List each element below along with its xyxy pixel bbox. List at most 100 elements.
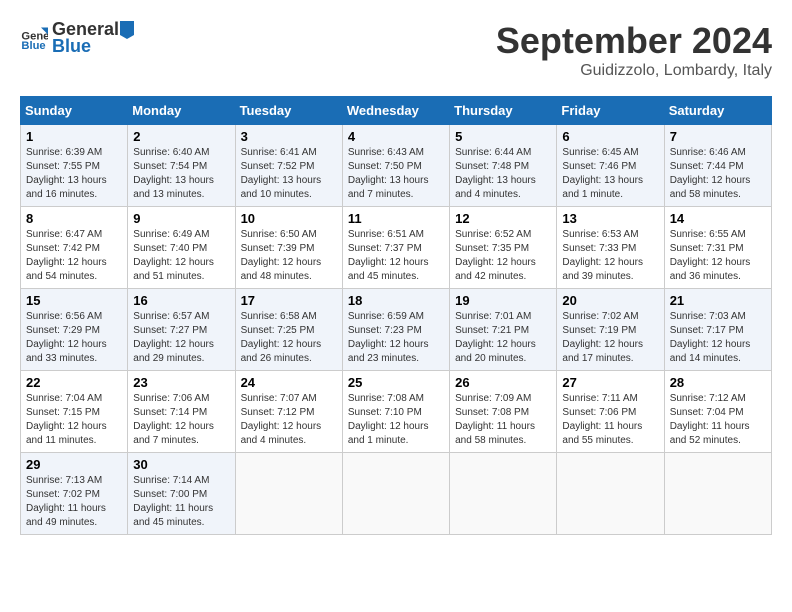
- day-info: Sunrise: 6:50 AM Sunset: 7:39 PM Dayligh…: [241, 228, 337, 284]
- header: General Blue General Blue September 2024…: [20, 20, 772, 80]
- day-info: Sunrise: 7:03 AM Sunset: 7:17 PM Dayligh…: [670, 310, 766, 366]
- calendar-week-row: 1 Sunrise: 6:39 AM Sunset: 7:55 PM Daylig…: [21, 125, 772, 207]
- day-info: Sunrise: 7:02 AM Sunset: 7:19 PM Dayligh…: [562, 310, 658, 366]
- title-area: September 2024 Guidizzolo, Lombardy, Ita…: [496, 20, 772, 80]
- day-number: 19: [455, 293, 551, 308]
- day-info: Sunrise: 6:41 AM Sunset: 7:52 PM Dayligh…: [241, 146, 337, 202]
- day-info: Sunrise: 6:47 AM Sunset: 7:42 PM Dayligh…: [26, 228, 122, 284]
- calendar-empty-cell: [664, 453, 771, 535]
- calendar-day-cell: 7Sunrise: 6:46 AM Sunset: 7:44 PM Daylig…: [664, 125, 771, 207]
- calendar-day-cell: 14 Sunrise: 6:55 AM Sunset: 7:31 PM Dayli…: [664, 207, 771, 289]
- day-info: Sunrise: 6:39 AM Sunset: 7:55 PM Dayligh…: [26, 146, 122, 202]
- month-title: September 2024: [496, 20, 772, 62]
- weekday-header-tuesday: Tuesday: [235, 97, 342, 125]
- calendar-day-cell: 2 Sunrise: 6:40 AM Sunset: 7:54 PM Daylig…: [128, 125, 235, 207]
- day-number: 1: [26, 129, 122, 144]
- day-number: 4: [348, 129, 444, 144]
- day-number: 21: [670, 293, 766, 308]
- day-number: 24: [241, 375, 337, 390]
- day-info: Sunrise: 7:09 AM Sunset: 7:08 PM Dayligh…: [455, 392, 551, 448]
- day-info: Sunrise: 7:12 AM Sunset: 7:04 PM Dayligh…: [670, 392, 766, 448]
- day-number: 13: [562, 211, 658, 226]
- weekday-header-row: SundayMondayTuesdayWednesdayThursdayFrid…: [21, 97, 772, 125]
- day-number: 6: [562, 129, 658, 144]
- calendar-day-cell: 11 Sunrise: 6:51 AM Sunset: 7:37 PM Dayli…: [342, 207, 449, 289]
- day-number: 26: [455, 375, 551, 390]
- calendar-table: SundayMondayTuesdayWednesdayThursdayFrid…: [20, 96, 772, 535]
- calendar-empty-cell: [342, 453, 449, 535]
- day-number: 12: [455, 211, 551, 226]
- calendar-day-cell: 30 Sunrise: 7:14 AM Sunset: 7:00 PM Dayli…: [128, 453, 235, 535]
- day-number: 11: [348, 211, 444, 226]
- day-info: Sunrise: 6:49 AM Sunset: 7:40 PM Dayligh…: [133, 228, 229, 284]
- calendar-day-cell: 5 Sunrise: 6:44 AM Sunset: 7:48 PM Daylig…: [450, 125, 557, 207]
- weekday-header-monday: Monday: [128, 97, 235, 125]
- calendar-day-cell: 24 Sunrise: 7:07 AM Sunset: 7:12 PM Dayli…: [235, 371, 342, 453]
- day-info: Sunrise: 6:43 AM Sunset: 7:50 PM Dayligh…: [348, 146, 444, 202]
- day-info: Sunrise: 6:55 AM Sunset: 7:31 PM Dayligh…: [670, 228, 766, 284]
- calendar-day-cell: 21 Sunrise: 7:03 AM Sunset: 7:17 PM Dayli…: [664, 289, 771, 371]
- day-number: 10: [241, 211, 337, 226]
- day-number: 27: [562, 375, 658, 390]
- calendar-day-cell: 20Sunrise: 7:02 AM Sunset: 7:19 PM Dayli…: [557, 289, 664, 371]
- day-info: Sunrise: 6:57 AM Sunset: 7:27 PM Dayligh…: [133, 310, 229, 366]
- location-title: Guidizzolo, Lombardy, Italy: [496, 62, 772, 80]
- day-info: Sunrise: 7:13 AM Sunset: 7:02 PM Dayligh…: [26, 474, 122, 530]
- weekday-header-saturday: Saturday: [664, 97, 771, 125]
- weekday-header-sunday: Sunday: [21, 97, 128, 125]
- day-number: 23: [133, 375, 229, 390]
- day-number: 9: [133, 211, 229, 226]
- calendar-day-cell: 23 Sunrise: 7:06 AM Sunset: 7:14 PM Dayli…: [128, 371, 235, 453]
- day-number: 30: [133, 457, 229, 472]
- logo: General Blue General Blue: [20, 20, 135, 57]
- logo-icon: General Blue: [20, 24, 48, 52]
- day-info: Sunrise: 7:01 AM Sunset: 7:21 PM Dayligh…: [455, 310, 551, 366]
- weekday-header-thursday: Thursday: [450, 97, 557, 125]
- day-number: 5: [455, 129, 551, 144]
- day-info: Sunrise: 6:40 AM Sunset: 7:54 PM Dayligh…: [133, 146, 229, 202]
- calendar-week-row: 22 Sunrise: 7:04 AM Sunset: 7:15 PM Dayli…: [21, 371, 772, 453]
- calendar-week-row: 8 Sunrise: 6:47 AM Sunset: 7:42 PM Daylig…: [21, 207, 772, 289]
- calendar-empty-cell: [557, 453, 664, 535]
- calendar-day-cell: 19 Sunrise: 7:01 AM Sunset: 7:21 PM Dayli…: [450, 289, 557, 371]
- day-info: Sunrise: 6:53 AM Sunset: 7:33 PM Dayligh…: [562, 228, 658, 284]
- calendar-day-cell: 13 Sunrise: 6:53 AM Sunset: 7:33 PM Dayli…: [557, 207, 664, 289]
- day-info: Sunrise: 6:44 AM Sunset: 7:48 PM Dayligh…: [455, 146, 551, 202]
- day-number: 8: [26, 211, 122, 226]
- day-info: Sunrise: 6:59 AM Sunset: 7:23 PM Dayligh…: [348, 310, 444, 366]
- day-info: Sunrise: 7:14 AM Sunset: 7:00 PM Dayligh…: [133, 474, 229, 530]
- day-info: Sunrise: 7:06 AM Sunset: 7:14 PM Dayligh…: [133, 392, 229, 448]
- calendar-day-cell: 28 Sunrise: 7:12 AM Sunset: 7:04 PM Dayli…: [664, 371, 771, 453]
- day-info: Sunrise: 6:46 AM Sunset: 7:44 PM Dayligh…: [670, 146, 766, 202]
- day-info: Sunrise: 6:51 AM Sunset: 7:37 PM Dayligh…: [348, 228, 444, 284]
- calendar-day-cell: 10 Sunrise: 6:50 AM Sunset: 7:39 PM Dayli…: [235, 207, 342, 289]
- calendar-day-cell: 15 Sunrise: 6:56 AM Sunset: 7:29 PM Dayli…: [21, 289, 128, 371]
- day-info: Sunrise: 6:56 AM Sunset: 7:29 PM Dayligh…: [26, 310, 122, 366]
- calendar-week-row: 29 Sunrise: 7:13 AM Sunset: 7:02 PM Dayli…: [21, 453, 772, 535]
- weekday-header-wednesday: Wednesday: [342, 97, 449, 125]
- day-info: Sunrise: 7:04 AM Sunset: 7:15 PM Dayligh…: [26, 392, 122, 448]
- calendar-day-cell: 25Sunrise: 7:08 AM Sunset: 7:10 PM Dayli…: [342, 371, 449, 453]
- day-number: 15: [26, 293, 122, 308]
- weekday-header-friday: Friday: [557, 97, 664, 125]
- calendar-day-cell: 29 Sunrise: 7:13 AM Sunset: 7:02 PM Dayli…: [21, 453, 128, 535]
- calendar-day-cell: 4 Sunrise: 6:43 AM Sunset: 7:50 PM Daylig…: [342, 125, 449, 207]
- calendar-day-cell: 6Sunrise: 6:45 AM Sunset: 7:46 PM Daylig…: [557, 125, 664, 207]
- day-info: Sunrise: 6:58 AM Sunset: 7:25 PM Dayligh…: [241, 310, 337, 366]
- day-info: Sunrise: 7:08 AM Sunset: 7:10 PM Dayligh…: [348, 392, 444, 448]
- svg-text:Blue: Blue: [21, 41, 45, 53]
- calendar-empty-cell: [235, 453, 342, 535]
- day-number: 17: [241, 293, 337, 308]
- calendar-day-cell: 9 Sunrise: 6:49 AM Sunset: 7:40 PM Daylig…: [128, 207, 235, 289]
- day-info: Sunrise: 7:07 AM Sunset: 7:12 PM Dayligh…: [241, 392, 337, 448]
- calendar-day-cell: 1 Sunrise: 6:39 AM Sunset: 7:55 PM Daylig…: [21, 125, 128, 207]
- calendar-day-cell: 3 Sunrise: 6:41 AM Sunset: 7:52 PM Daylig…: [235, 125, 342, 207]
- calendar-day-cell: 17 Sunrise: 6:58 AM Sunset: 7:25 PM Dayli…: [235, 289, 342, 371]
- day-number: 29: [26, 457, 122, 472]
- calendar-day-cell: 18Sunrise: 6:59 AM Sunset: 7:23 PM Dayli…: [342, 289, 449, 371]
- day-number: 14: [670, 211, 766, 226]
- day-number: 28: [670, 375, 766, 390]
- day-number: 22: [26, 375, 122, 390]
- day-number: 2: [133, 129, 229, 144]
- day-number: 3: [241, 129, 337, 144]
